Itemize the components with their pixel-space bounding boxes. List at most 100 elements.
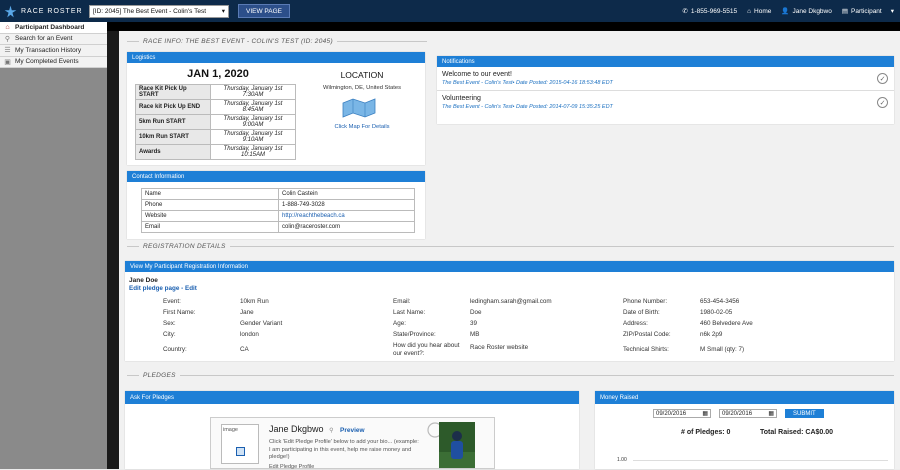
role-text: Participant	[851, 7, 882, 15]
user-menu[interactable]: 👤 Jane Dkgbwo	[781, 7, 832, 16]
divider	[179, 375, 894, 376]
sidebar-item-label: My Completed Events	[15, 58, 79, 66]
contact-value[interactable]: http://reachthebeach.ca	[278, 210, 415, 222]
divider	[336, 41, 427, 42]
schedule-label: Awards	[135, 144, 211, 160]
image-placeholder-icon	[236, 447, 245, 456]
ask-pledges-header: Ask For Pledges	[125, 391, 579, 404]
field-value: Jane	[240, 309, 254, 316]
sidebar-item-completed[interactable]: ▣ My Completed Events	[0, 56, 107, 68]
pledge-image: image	[221, 424, 259, 464]
pledge-name-row: Jane Dkgbwo ⚲ Preview	[269, 424, 365, 434]
logistics-header: Logistics	[127, 52, 425, 63]
sidebar-item-label: My Transaction History	[15, 46, 82, 54]
field-label: Date of Birth:	[623, 309, 660, 316]
date-to-value: 09/20/2016	[722, 410, 753, 417]
field-label: Address:	[623, 320, 648, 327]
pledge-bio: Click 'Edit Pledge Profile' below to add…	[269, 439, 419, 461]
chevron-down-icon: ▾	[221, 8, 225, 15]
sidebar-item-transactions[interactable]: ☰ My Transaction History	[0, 45, 107, 57]
home-link[interactable]: ⌂ Home	[747, 8, 771, 15]
view-page-button[interactable]: VIEW PAGE	[238, 4, 290, 18]
notification-subtitle: The Best Event - Colin's Test• Date Post…	[442, 104, 613, 110]
registration-panel: View My Participant Registration Informa…	[125, 261, 894, 361]
schedule-label: 10km Run START	[135, 129, 211, 145]
notifications-panel: Notifications Welcome to our event! The …	[437, 56, 894, 124]
pledge-name: Jane Dkgbwo	[269, 424, 324, 434]
date-to-input[interactable]: 09/20/2016 ▦	[719, 409, 777, 418]
field-label: First Name:	[163, 309, 196, 316]
contact-table: Name Colin Castein Phone 1-888-749-3028 Webs…	[141, 188, 415, 233]
role-menu[interactable]: ▤ Participant ▾	[841, 7, 894, 16]
field-label: Email:	[393, 298, 411, 305]
map-details-link[interactable]: Click Map For Details	[307, 124, 417, 130]
money-raised-panel: Money Raised 09/20/2016 ▦ 09/20/2016 ▦ SUB…	[595, 391, 894, 469]
pledge-photo	[427, 422, 475, 468]
edit-pledge-profile-link[interactable]: Edit Pledge Profile	[269, 464, 314, 470]
date-from-input[interactable]: 09/20/2016 ▦	[653, 409, 711, 418]
user-icon: 👤	[781, 8, 790, 15]
pledge-count: # of Pledges: 0	[681, 429, 731, 436]
field-value: 653-454-3456	[700, 298, 740, 305]
sidebar-item-search[interactable]: ⚲ Search for an Event	[0, 33, 107, 45]
contact-value: colin@raceroster.com	[278, 221, 415, 233]
notification-title: Volunteering	[442, 95, 481, 102]
divider	[127, 375, 139, 376]
field-value: Race Roster website	[470, 344, 529, 351]
race-info-title-text: RACE INFO: THE BEST EVENT - COLIN'S TEST…	[143, 38, 333, 45]
sidebar-item-label: Participant Dashboard	[15, 23, 85, 31]
contact-panel: Contact Information Name Colin Castein Pho…	[127, 171, 425, 239]
event-select-value: [ID: 2045] The Best Event - Colin's Test	[93, 7, 207, 15]
schedule-label: Race Kit Pick Up START	[135, 84, 211, 100]
map-icon[interactable]	[341, 97, 377, 119]
pledges-title-text: PLEDGES	[143, 372, 176, 379]
sidebar-item-dashboard[interactable]: ⌂ Participant Dashboard	[0, 22, 107, 34]
preview-link[interactable]: Preview	[340, 427, 365, 434]
contact-row: Phone 1-888-749-3028	[141, 199, 415, 211]
check-circle-icon[interactable]: ✓	[877, 97, 888, 108]
total-raised-value: CA$0.00	[805, 429, 834, 436]
event-select[interactable]: [ID: 2045] The Best Event - Colin's Test…	[89, 4, 229, 18]
schedule-row: 5km Run START Thursday, January 1st 9:00A…	[135, 114, 296, 130]
calendar-icon[interactable]: ▦	[768, 410, 774, 417]
edit-registration-link[interactable]: Edit	[185, 285, 197, 292]
phone-link[interactable]: ✆ 1-855-969-5515	[682, 7, 737, 16]
user-name: Jane Dkgbwo	[792, 7, 832, 15]
notification-title: Welcome to our event!	[442, 71, 512, 78]
submit-button[interactable]: SUBMIT	[785, 409, 824, 418]
field-label: City:	[163, 331, 176, 338]
image-alt-text: image	[223, 427, 238, 433]
field-value: ledingham.sarah@gmail.com	[470, 298, 552, 305]
notification-item[interactable]: Welcome to our event! The Best Event - C…	[437, 67, 894, 91]
contact-header: Contact Information	[127, 171, 425, 182]
registration-title-text: REGISTRATION DETAILS	[143, 243, 226, 250]
contact-value[interactable]: 1-888-749-3028	[278, 199, 415, 211]
field-label: State/Province:	[393, 331, 436, 338]
check-circle-icon[interactable]: ✓	[877, 73, 888, 84]
pledges-title: PLEDGES	[127, 372, 894, 379]
field-label: Technical Shirts:	[623, 346, 669, 353]
field-value: 1980-02-05	[700, 309, 733, 316]
calendar-icon[interactable]: ▦	[702, 410, 708, 417]
main-content: RACE INFO: THE BEST EVENT - COLIN'S TEST…	[119, 31, 900, 470]
total-raised-label: Total Raised:	[760, 429, 804, 436]
date-from-value: 09/20/2016	[656, 410, 687, 417]
field-label: Phone Number:	[623, 298, 668, 305]
phone-icon: ✆	[682, 8, 688, 15]
field-value: Doe	[470, 309, 482, 316]
edit-pledge-page-link[interactable]: Edit pledge page	[129, 285, 179, 292]
field-label: How did you hear about our event?:	[393, 342, 460, 357]
field-value: MB	[470, 331, 480, 338]
id-card-icon: ▤	[841, 8, 849, 15]
schedule-value: Thursday, January 1st 7:30AM	[210, 84, 296, 100]
field-label: Last Name:	[393, 309, 426, 316]
logo-icon	[4, 5, 17, 17]
notification-item[interactable]: Volunteering The Best Event - Colin's Te…	[437, 91, 894, 114]
schedule-value: Thursday, January 1st 9:00AM	[210, 114, 296, 130]
ask-pledges-panel: Ask For Pledges image Jane Dkgbwo ⚲ Prev…	[125, 391, 579, 470]
logo-text: RACE ROSTER	[21, 7, 83, 15]
field-label: Sex:	[163, 320, 176, 327]
schedule-row: Awards Thursday, January 1st 10:15AM	[135, 144, 296, 160]
pledge-card: image Jane Dkgbwo ⚲ Preview Click 'Edit …	[210, 417, 495, 470]
field-value: london	[240, 331, 259, 338]
